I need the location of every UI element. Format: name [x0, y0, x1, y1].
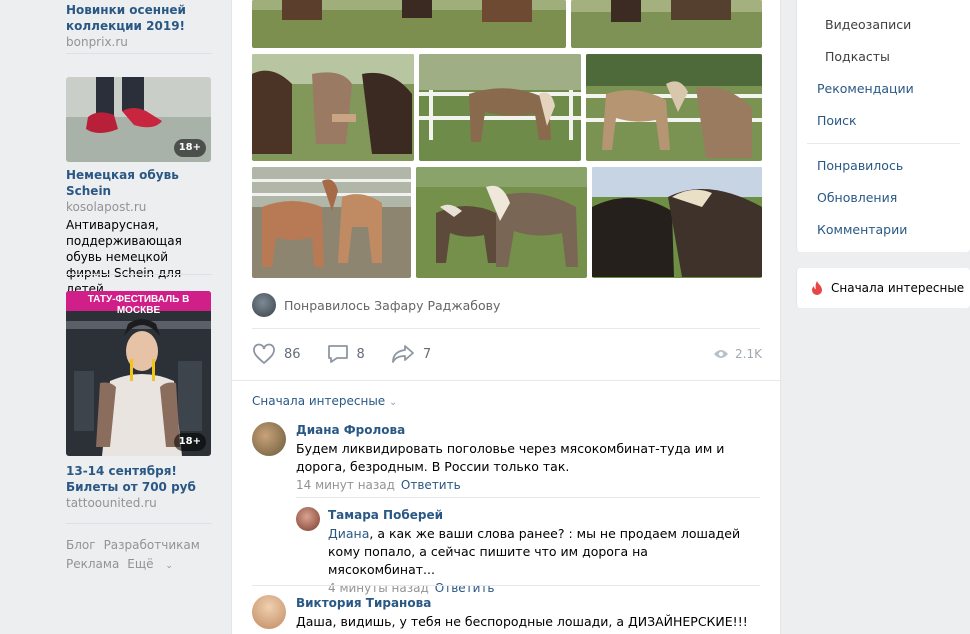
- fire-icon: [812, 281, 822, 295]
- ad-title[interactable]: Новинки осенней коллекции 2019!: [66, 2, 212, 34]
- share-count: 7: [422, 346, 432, 362]
- feed-filter-interesting[interactable]: Сначала интересные: [796, 268, 970, 308]
- comment-count: 8: [356, 346, 365, 362]
- reply-link[interactable]: Ответить: [435, 581, 495, 595]
- like-button[interactable]: 86: [252, 343, 301, 365]
- post-photo[interactable]: [592, 167, 762, 278]
- views-count: 2.1K: [735, 347, 762, 361]
- chevron-down-icon: ⌄: [165, 561, 173, 571]
- reply-link[interactable]: Ответить: [401, 478, 461, 492]
- filter-label[interactable]: Сначала интересные: [831, 281, 964, 295]
- nav-search[interactable]: Поиск: [817, 113, 857, 128]
- nav-videos[interactable]: Видеозаписи: [825, 17, 911, 32]
- footer-blog-link[interactable]: Блог: [66, 538, 96, 552]
- comment-time[interactable]: 14 минут назад: [296, 478, 395, 492]
- comment-button[interactable]: 8: [327, 344, 365, 364]
- liked-by[interactable]: Понравилось Зафару Раджабову: [252, 293, 500, 317]
- divider: [252, 585, 760, 586]
- heart-icon: [253, 343, 275, 365]
- comment-icon: [327, 345, 348, 363]
- footer-more-link[interactable]: Ещё ⌄: [127, 557, 181, 571]
- liked-by-text[interactable]: Понравилось Зафару Раджабову: [284, 298, 500, 313]
- divider: [66, 523, 212, 524]
- ad-title[interactable]: 13-14 сентября! Билеты от 700 руб: [66, 463, 212, 495]
- ad-domain[interactable]: tattoounited.ru: [66, 495, 212, 511]
- share-icon: [391, 345, 414, 363]
- ad-text[interactable]: Антиварусная, поддерживающая обувь немец…: [66, 217, 212, 297]
- comment-author[interactable]: Виктория Тиранова: [296, 595, 752, 611]
- share-button[interactable]: 7: [391, 344, 431, 364]
- comments-sort-dropdown[interactable]: Сначала интересные ⌄: [252, 394, 397, 408]
- ad-schein[interactable]: 18+ Немецкая обувь Schein kosolapost.ru …: [66, 77, 212, 297]
- divider: [807, 143, 960, 144]
- divider: [66, 274, 212, 275]
- ad-tattoo[interactable]: ТАТУ-ФЕСТИВАЛЬ В МОСКВЕ 18+ 13-14 сентяб…: [66, 291, 212, 511]
- comment-author[interactable]: Диана Фролова: [296, 422, 752, 438]
- post-photo[interactable]: [419, 54, 581, 161]
- post-photo[interactable]: [416, 167, 587, 278]
- nav-liked[interactable]: Понравилось: [817, 158, 903, 173]
- post-photo[interactable]: [586, 54, 762, 161]
- eye-icon: [714, 350, 729, 358]
- mention-link[interactable]: Диана: [328, 526, 369, 541]
- avatar[interactable]: [296, 507, 320, 531]
- divider: [296, 497, 760, 498]
- comment: Виктория Тиранова Даша, видишь, у тебя н…: [252, 595, 752, 631]
- sort-label[interactable]: Сначала интересные: [252, 394, 385, 408]
- ad-title[interactable]: Немецкая обувь Schein: [66, 167, 212, 199]
- divider: [252, 328, 760, 329]
- age-badge: 18+: [173, 433, 206, 451]
- comment-text: Диана, а как же ваши слова ранее? : мы н…: [328, 526, 741, 577]
- comment-reply: Тамара Поберей Диана, а как же ваши слов…: [296, 507, 746, 597]
- comment-text: Даша, видишь, у тебя не беспородные лоша…: [296, 614, 748, 629]
- chevron-down-icon: ⌄: [389, 397, 398, 408]
- age-badge: 18+: [173, 139, 206, 157]
- right-nav-menu: Видеозаписи Подкасты Рекомендации Поиск …: [796, 0, 970, 252]
- comment-time[interactable]: 4 минуты назад: [328, 581, 429, 595]
- divider: [232, 380, 780, 381]
- avatar[interactable]: [252, 422, 286, 456]
- comment-meta: 14 минут назад Ответить: [296, 476, 752, 494]
- nav-recommendations[interactable]: Рекомендации: [817, 81, 914, 96]
- comment-text: Будем ликвидировать поголовье через мясо…: [296, 441, 725, 474]
- nav-comments[interactable]: Комментарии: [817, 222, 907, 237]
- ad-banner: ТАТУ-ФЕСТИВАЛЬ В МОСКВЕ: [87, 294, 190, 316]
- ad-bonprix[interactable]: Новинки осенней коллекции 2019! bonprix.…: [66, 2, 212, 50]
- footer-ads-link[interactable]: Реклама: [66, 557, 119, 571]
- divider: [66, 53, 212, 54]
- post-photo[interactable]: [571, 0, 762, 48]
- like-count: 86: [284, 346, 301, 362]
- footer-links: Блог Разработчикам Реклама Ещё ⌄: [66, 536, 212, 576]
- footer-dev-link[interactable]: Разработчикам: [104, 538, 200, 552]
- post-photo[interactable]: [252, 0, 566, 48]
- post-photo[interactable]: [252, 167, 411, 278]
- comment: Диана Фролова Будем ликвидировать поголо…: [252, 422, 752, 494]
- ad-image[interactable]: 18+: [66, 77, 211, 162]
- ad-domain[interactable]: kosolapost.ru: [66, 199, 212, 215]
- ad-image[interactable]: ТАТУ-ФЕСТИВАЛЬ В МОСКВЕ 18+: [66, 291, 211, 456]
- avatar[interactable]: [252, 595, 286, 629]
- post-card: Понравилось Зафару Раджабову 86 8 7 2.1K…: [231, 0, 781, 634]
- nav-updates[interactable]: Обновления: [817, 190, 897, 205]
- nav-podcasts[interactable]: Подкасты: [825, 49, 890, 64]
- post-actions: 86 8 7 2.1K: [252, 343, 762, 365]
- avatar[interactable]: [252, 293, 276, 317]
- ad-domain[interactable]: bonprix.ru: [66, 34, 212, 50]
- post-photo[interactable]: [252, 54, 414, 161]
- comment-author[interactable]: Тамара Поберей: [328, 507, 746, 523]
- views-counter: 2.1K: [713, 347, 762, 361]
